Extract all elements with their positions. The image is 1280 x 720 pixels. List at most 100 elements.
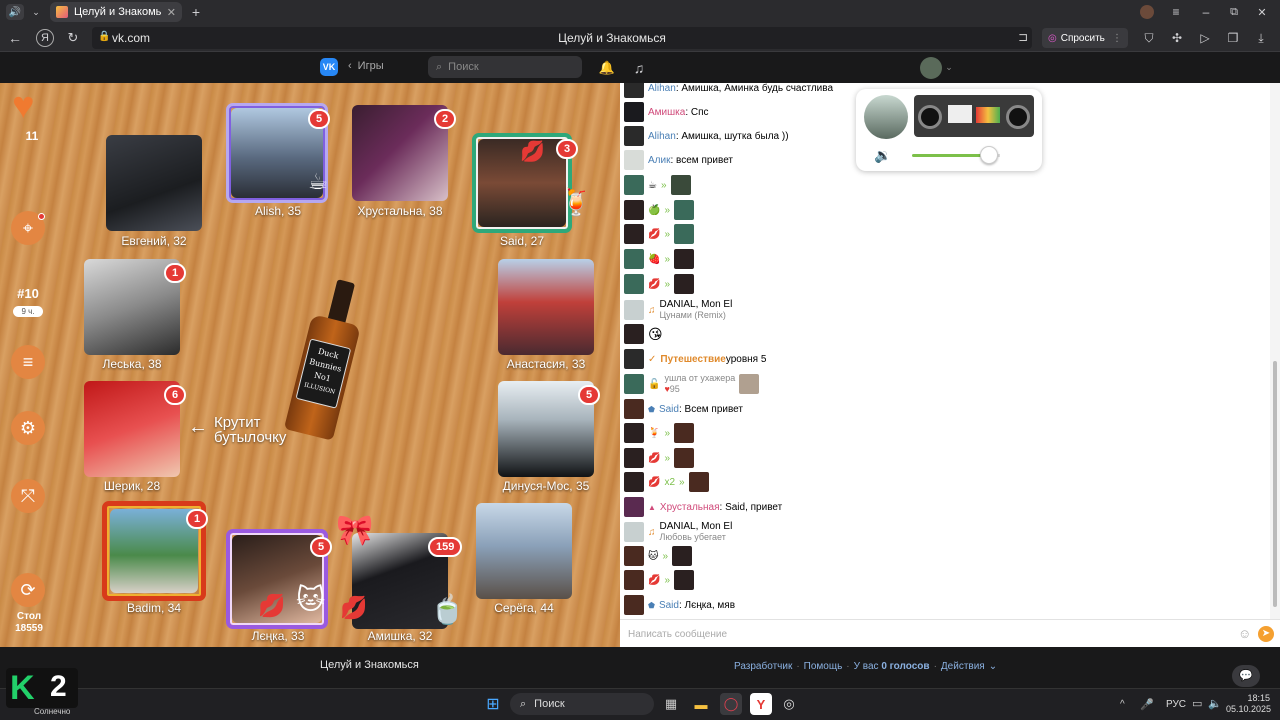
scrollbar-thumb[interactable]	[1273, 361, 1277, 607]
avatar[interactable]	[674, 249, 695, 269]
avatar[interactable]	[674, 423, 695, 443]
actions-link[interactable]: Действия	[941, 661, 985, 672]
avatar[interactable]	[624, 224, 644, 244]
chat-bubble-icon[interactable]: 💬	[1232, 665, 1260, 687]
avatar[interactable]	[624, 546, 644, 566]
song-artist[interactable]: DANIAL, Mon El	[660, 521, 733, 532]
minimize-icon[interactable]: –	[1198, 4, 1214, 20]
avatar[interactable]	[624, 175, 644, 195]
avatar[interactable]	[670, 175, 691, 195]
windows-start-icon[interactable]: ⊞	[482, 693, 504, 715]
folder-icon[interactable]: ▬	[690, 693, 712, 715]
avatar[interactable]	[624, 126, 644, 146]
reload-icon[interactable]: ↻	[64, 29, 82, 47]
help-link[interactable]: Помощь	[804, 661, 843, 672]
smile-icon[interactable]: ☺	[1238, 626, 1251, 641]
shield-icon[interactable]: ⛉	[1140, 29, 1158, 47]
bell-icon[interactable]: 🔔	[598, 59, 616, 77]
avatar[interactable]	[624, 570, 644, 590]
store-icon[interactable]: ▦	[660, 693, 682, 715]
gear-icon[interactable]: ⚙	[11, 411, 45, 445]
speaker-icon[interactable]: 🔊	[6, 4, 24, 20]
back-icon[interactable]: ←	[6, 29, 24, 47]
avatar[interactable]	[624, 423, 644, 443]
avatar[interactable]	[674, 274, 695, 294]
avatar[interactable]	[624, 274, 644, 294]
bookmark-icon[interactable]: ⊐	[1018, 30, 1028, 44]
sender-name[interactable]: Alihan	[648, 83, 676, 94]
avatar[interactable]	[624, 399, 644, 419]
close-icon[interactable]: ✕	[167, 6, 176, 19]
fullscreen-icon[interactable]: ⤧	[11, 479, 45, 513]
avatar[interactable]	[674, 448, 695, 468]
avatar[interactable]	[624, 300, 644, 320]
steam-icon[interactable]: ◎	[778, 693, 800, 715]
avatar[interactable]	[624, 200, 644, 220]
sender-name[interactable]: Said	[659, 600, 679, 611]
avatar[interactable]	[674, 224, 695, 244]
profile-avatar[interactable]	[920, 57, 942, 79]
song-artist[interactable]: DANIAL, Mon El	[660, 299, 733, 310]
avatar[interactable]	[624, 249, 644, 269]
votes-count[interactable]: 0 голосов	[881, 661, 929, 672]
avatar[interactable]	[688, 472, 709, 492]
chevron-down-icon[interactable]: ⌄	[28, 4, 44, 20]
media-icon[interactable]: ▷	[1196, 29, 1214, 47]
player-photo[interactable]	[106, 135, 202, 231]
microphone-icon[interactable]: 🎤	[1140, 698, 1154, 711]
monitor-icon[interactable]: ▭	[1192, 697, 1202, 710]
sender-name[interactable]: Амишка	[648, 107, 685, 118]
vk-logo-icon[interactable]: VK	[320, 58, 338, 76]
volume-icon[interactable]: 🔉	[874, 147, 891, 164]
menu-icon[interactable]: ≡	[11, 345, 45, 379]
games-link[interactable]: ‹ Игры	[348, 60, 384, 72]
collections-icon[interactable]: ❐	[1224, 29, 1242, 47]
player-photo[interactable]	[110, 509, 198, 593]
change-table-icon[interactable]: ⟳	[11, 573, 45, 607]
avatar[interactable]	[624, 349, 644, 369]
avatar[interactable]	[739, 374, 760, 394]
avatar[interactable]	[674, 570, 695, 590]
window-close-icon[interactable]: ✕	[1254, 4, 1270, 20]
browser-tab[interactable]: Целуй и Знакомься ✕	[50, 2, 182, 22]
avatar[interactable]	[624, 522, 644, 542]
avatar[interactable]	[624, 595, 644, 615]
language-indicator[interactable]: РУС	[1166, 699, 1186, 710]
dj-avatar[interactable]	[864, 95, 908, 139]
rank-value[interactable]: #10	[8, 286, 48, 301]
avatar[interactable]	[674, 200, 695, 220]
search-input[interactable]: ⌕ Поиск	[428, 56, 582, 78]
url-field[interactable]: 🔒 vk.com Целуй и Знакомься ⊐	[92, 27, 1032, 49]
avatar[interactable]	[624, 472, 644, 492]
yandex-browser-icon[interactable]: Y	[750, 693, 772, 715]
avatar[interactable]	[624, 448, 644, 468]
avatar[interactable]	[1140, 5, 1154, 19]
sound-icon[interactable]: 🔈	[1208, 697, 1222, 710]
clock[interactable]: 18:15 05.10.2025	[1226, 693, 1271, 715]
ask-button[interactable]: ◎ Спросить ⋮	[1042, 28, 1128, 48]
download-icon[interactable]: ⤓	[1252, 29, 1270, 47]
chevron-down-icon[interactable]: ⌄	[944, 60, 954, 74]
sender-name[interactable]: Хрустальная	[660, 502, 720, 513]
taskbar-search[interactable]: ⌕ Поиск	[510, 693, 654, 715]
music-icon[interactable]: ♫	[630, 59, 648, 77]
volume-knob[interactable]	[980, 146, 998, 164]
sender-name[interactable]: Alihan	[648, 131, 676, 142]
menu-icon[interactable]: ≡	[1168, 4, 1184, 20]
chat-scrollbar[interactable]	[1270, 83, 1280, 619]
avatar[interactable]	[624, 102, 644, 122]
avatar[interactable]	[624, 150, 644, 170]
restore-icon[interactable]: ⧉	[1226, 4, 1242, 20]
message-input[interactable]: Написать сообщение ☺ ➤	[620, 619, 1280, 647]
send-icon[interactable]: ➤	[1258, 626, 1274, 642]
new-tab-icon[interactable]: +	[188, 4, 204, 20]
avatar[interactable]	[624, 497, 644, 517]
heart-icon[interactable]: ♥	[12, 87, 35, 125]
tray-expand-icon[interactable]: ^	[1120, 699, 1125, 710]
developer-link[interactable]: Разработчик	[734, 661, 792, 672]
player-photo[interactable]	[476, 503, 572, 599]
avatar[interactable]	[624, 324, 644, 344]
sender-name[interactable]: Алик	[648, 155, 670, 166]
player-photo[interactable]	[498, 259, 594, 355]
opera-icon[interactable]: ◯	[720, 693, 742, 715]
